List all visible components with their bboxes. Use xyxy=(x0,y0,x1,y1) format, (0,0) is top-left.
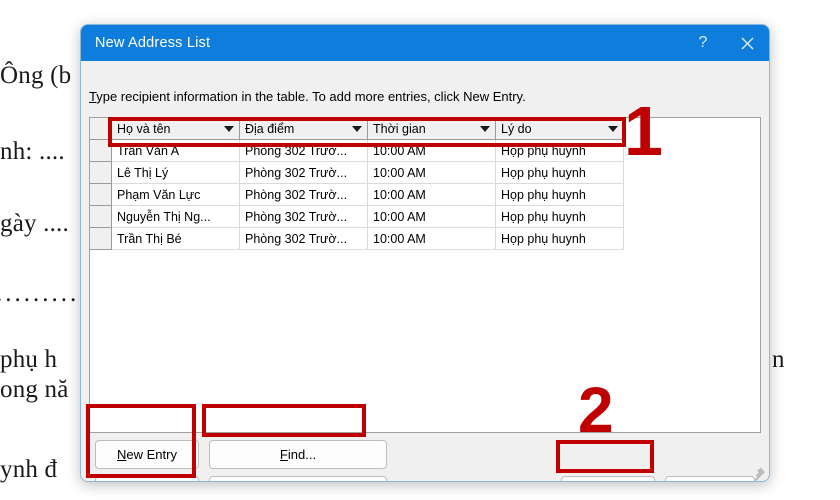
cell-location[interactable]: Phòng 302 Trườ... xyxy=(240,162,368,184)
row-selector[interactable] xyxy=(90,184,112,206)
new-entry-label: ew Entry xyxy=(126,447,177,462)
resize-grip[interactable] xyxy=(753,465,766,481)
cell-location[interactable]: Phòng 302 Trườ... xyxy=(240,206,368,228)
cell-reason[interactable]: Họp phụ huynh xyxy=(496,228,624,250)
close-icon[interactable] xyxy=(725,25,769,61)
dialog-body: Type recipient information in the table.… xyxy=(81,61,769,481)
cell-time[interactable]: 10:00 AM xyxy=(368,184,496,206)
column-header-label: Họ và tên xyxy=(117,121,171,136)
document-line: n xyxy=(772,346,785,373)
document-line: Ông (b xyxy=(0,62,72,89)
document-line: phụ h xyxy=(0,346,58,373)
column-header-label: Thời gian xyxy=(373,121,426,136)
cell-name[interactable]: Trần Thị Bé xyxy=(112,228,240,250)
cell-reason[interactable]: Họp phụ huynh xyxy=(496,140,624,162)
table-row[interactable]: Trần Văn A Phòng 302 Trườ... 10:00 AM Họ… xyxy=(90,140,626,162)
row-selector[interactable] xyxy=(90,140,112,162)
document-line: ynh đ xyxy=(0,456,58,483)
cell-reason[interactable]: Họp phụ huynh xyxy=(496,162,624,184)
cell-name[interactable]: Nguyễn Thị Ng... xyxy=(112,206,240,228)
cell-reason[interactable]: Họp phụ huynh xyxy=(496,184,624,206)
customize-columns-button[interactable]: Customize Columns... xyxy=(209,476,387,481)
column-header-name[interactable]: Họ và tên xyxy=(112,118,240,140)
row-selector[interactable] xyxy=(90,228,112,250)
grid-corner-cell xyxy=(90,118,112,140)
dialog-title: New Address List xyxy=(95,35,211,51)
table-row[interactable]: Nguyễn Thị Ng... Phòng 302 Trườ... 10:00… xyxy=(90,206,626,228)
cell-location[interactable]: Phòng 302 Trườ... xyxy=(240,184,368,206)
cell-time[interactable]: 10:00 AM xyxy=(368,162,496,184)
cell-reason[interactable]: Họp phụ huynh xyxy=(496,206,624,228)
cell-name[interactable]: Lê Thị Lý xyxy=(112,162,240,184)
instruction-rest: ype recipient information in the table. … xyxy=(96,89,526,104)
cell-name[interactable]: Phạm Văn Lực xyxy=(112,184,240,206)
dialog-titlebar: New Address List ? xyxy=(81,25,769,61)
chevron-down-icon[interactable] xyxy=(480,125,490,132)
column-header-reason[interactable]: Lý do xyxy=(496,118,624,140)
document-line: ong nă xyxy=(0,376,69,403)
document-line: nh: .... xyxy=(0,138,65,165)
row-selector[interactable] xyxy=(90,206,112,228)
chevron-down-icon[interactable] xyxy=(352,125,362,132)
help-icon[interactable]: ? xyxy=(681,25,725,61)
cell-location[interactable]: Phòng 302 Trườ... xyxy=(240,228,368,250)
ok-button[interactable]: OK xyxy=(561,476,655,481)
table-header-row: Họ và tên Địa điểm Thời gian Lý do xyxy=(90,118,626,140)
cell-location[interactable]: Phòng 302 Trườ... xyxy=(240,140,368,162)
chevron-down-icon[interactable] xyxy=(224,125,234,132)
cancel-button[interactable]: Cancel xyxy=(665,476,755,481)
cell-time[interactable]: 10:00 AM xyxy=(368,228,496,250)
column-header-location[interactable]: Địa điểm xyxy=(240,118,368,140)
delete-entry-button[interactable]: Delete Entry xyxy=(95,476,199,481)
new-entry-accel: N xyxy=(117,447,127,462)
cell-name[interactable]: Trần Văn A xyxy=(112,140,240,162)
table-row[interactable]: Lê Thị Lý Phòng 302 Trườ... 10:00 AM Họp… xyxy=(90,162,626,184)
column-header-label: Địa điểm xyxy=(245,121,295,136)
document-line: gày .... xyxy=(0,210,69,237)
find-label: ind... xyxy=(287,447,317,462)
instruction-text: Type recipient information in the table.… xyxy=(89,89,526,104)
new-entry-button[interactable]: New Entry xyxy=(95,440,199,469)
screenshot-root: Ông (b nh: .... gày .... .......... phụ … xyxy=(0,0,840,500)
recipient-table-panel[interactable]: Họ và tên Địa điểm Thời gian Lý do Trần … xyxy=(89,117,761,433)
column-header-label: Lý do xyxy=(501,121,532,136)
chevron-down-icon[interactable] xyxy=(608,125,618,132)
find-button[interactable]: Find... xyxy=(209,440,387,469)
table-row[interactable]: Phạm Văn Lực Phòng 302 Trườ... 10:00 AM … xyxy=(90,184,626,206)
table-row[interactable]: Trần Thị Bé Phòng 302 Trườ... 10:00 AM H… xyxy=(90,228,626,250)
document-dots-line: .......... xyxy=(0,280,89,307)
recipient-grid: Họ và tên Địa điểm Thời gian Lý do Trần … xyxy=(90,118,626,250)
find-accel: F xyxy=(279,447,288,462)
new-address-list-dialog: New Address List ? Type recipient inform… xyxy=(80,24,770,482)
cell-time[interactable]: 10:00 AM xyxy=(368,140,496,162)
row-selector[interactable] xyxy=(90,162,112,184)
cell-time[interactable]: 10:00 AM xyxy=(368,206,496,228)
column-header-time[interactable]: Thời gian xyxy=(368,118,496,140)
